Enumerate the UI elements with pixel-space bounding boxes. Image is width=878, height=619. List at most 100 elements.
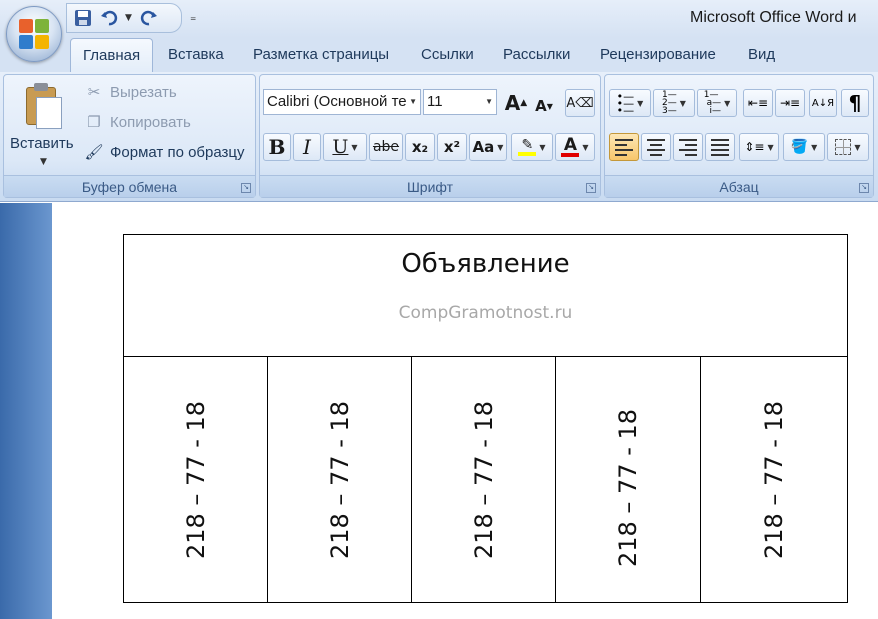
phone-tab-cell[interactable]: 218 – 77 - 18 [701, 357, 847, 602]
underline-button[interactable]: U ▼ [323, 133, 367, 161]
align-left-button[interactable] [609, 133, 639, 161]
font-group: Calibri (Основной те ▼ 11 ▼ A ▲ A ▼ A⌫ B I… [259, 74, 601, 198]
borders-button[interactable]: ▼ [827, 133, 869, 161]
phone-number: 218 – 77 - 18 [469, 400, 498, 559]
grow-font-button[interactable]: A ▲ [503, 89, 529, 117]
subscript-button[interactable]: x₂ [405, 133, 435, 161]
table-header-cell[interactable]: Объявление CompGramotnost.ru [124, 235, 847, 357]
tab-references[interactable]: Ссылки [421, 46, 474, 63]
decrease-indent-button[interactable]: ⇤≡ [743, 89, 773, 117]
copy-button[interactable]: ❐ Копировать [84, 113, 191, 132]
announcement-table[interactable]: Объявление CompGramotnost.ru 218 – 77 - … [123, 234, 848, 603]
highlighter-icon: ✎ [518, 138, 537, 156]
paste-button[interactable]: Вставить [10, 135, 74, 152]
office-button[interactable] [6, 6, 62, 62]
font-color-icon: A [561, 137, 580, 157]
italic-button[interactable]: I [293, 133, 321, 161]
phone-tab-cell[interactable]: 218 – 77 - 18 [268, 357, 412, 602]
align-center-button[interactable] [641, 133, 671, 161]
tab-review[interactable]: Рецензирование [600, 46, 716, 63]
justify-icon [711, 138, 729, 156]
clipboard-launcher-icon[interactable]: ↘ [241, 183, 251, 193]
cut-label: Вырезать [110, 83, 177, 101]
tab-home[interactable]: Главная [70, 38, 154, 73]
undo-dropdown-icon[interactable]: ▼ [125, 13, 133, 23]
phone-number: 218 – 77 - 18 [614, 408, 642, 567]
paragraph-group: •— •— •— ▼ 1— 2— 3— ▼ 1— a— i— ▼ ⇤≡ ⇥≡ А↓Я ¶ [604, 74, 874, 198]
font-size-select[interactable]: 11 ▼ [423, 89, 497, 115]
line-spacing-button[interactable]: ⇕≡ ▼ [739, 133, 779, 161]
sort-icon: А↓Я [811, 97, 835, 109]
undo-icon[interactable] [99, 8, 119, 28]
increase-indent-button[interactable]: ⇥≡ [775, 89, 805, 117]
format-painter-button[interactable]: 🖌 Формат по образцу [84, 143, 245, 162]
font-family-value: Calibri (Основной те [267, 93, 407, 110]
paint-bucket-icon: 🪣 [790, 139, 809, 155]
font-size-value: 11 [427, 93, 443, 110]
font-family-select[interactable]: Calibri (Основной те ▼ [263, 89, 421, 115]
shading-button[interactable]: 🪣 ▼ [783, 133, 825, 161]
clear-formatting-button[interactable]: A⌫ [565, 89, 595, 117]
font-launcher-icon[interactable]: ↘ [586, 183, 596, 193]
redo-icon[interactable] [139, 8, 159, 28]
phone-number: 218 – 77 - 18 [760, 400, 788, 559]
phone-tab-cell[interactable]: 218 – 77 - 18 [556, 357, 701, 602]
numbering-button[interactable]: 1— 2— 3— ▼ [653, 89, 695, 117]
show-marks-button[interactable]: ¶ [841, 89, 869, 117]
align-center-icon [647, 138, 665, 156]
bullets-icon: •— •— •— [616, 89, 635, 117]
align-right-icon [679, 138, 697, 156]
phone-tab-cell[interactable]: 218 – 77 - 18 [412, 357, 556, 602]
customize-qat-icon[interactable]: ₌ [190, 10, 196, 24]
tab-page-layout[interactable]: Разметка страницы [253, 46, 389, 63]
tab-mailings[interactable]: Рассылки [503, 46, 570, 63]
title-bar: ▼ ₌ Microsoft Office Word и [0, 0, 878, 38]
change-case-button[interactable]: Aa ▼ [469, 133, 507, 161]
chevron-down-icon: ▼ [409, 97, 417, 106]
announcement-title: Объявление [401, 249, 570, 279]
font-group-label: Шрифт [260, 175, 600, 197]
font-color-button[interactable]: A ▼ [555, 133, 595, 161]
highlight-color-button[interactable]: ✎ ▼ [511, 133, 553, 161]
decrease-indent-icon: ⇤≡ [747, 96, 769, 110]
phone-number: 218 – 77 - 18 [181, 400, 210, 559]
sort-button[interactable]: А↓Я [809, 89, 837, 117]
increase-indent-icon: ⇥≡ [779, 96, 801, 110]
clipboard-group: Вставить ▼ ✂ Вырезать ❐ Копировать 🖌 Фор… [3, 74, 256, 198]
line-spacing-icon: ⇕≡ [744, 140, 765, 154]
bullets-button[interactable]: •— •— •— ▼ [609, 89, 651, 117]
paragraph-launcher-icon[interactable]: ↘ [859, 183, 869, 193]
multilevel-list-button[interactable]: 1— a— i— ▼ [697, 89, 737, 117]
align-left-icon [615, 138, 633, 156]
scissors-icon: ✂ [87, 84, 101, 101]
borders-icon [835, 139, 852, 155]
quick-access-toolbar: ▼ [66, 3, 182, 33]
paintbrush-icon: 🖌 [84, 144, 104, 161]
eraser-icon: A⌫ [566, 95, 594, 111]
shrink-font-button[interactable]: A ▼ [532, 92, 556, 120]
superscript-button[interactable]: x² [437, 133, 467, 161]
paste-icon[interactable] [22, 81, 66, 131]
bold-button[interactable]: B [263, 133, 291, 161]
phone-tab-cell[interactable]: 218 – 77 - 18 [124, 357, 268, 602]
save-icon[interactable] [73, 8, 93, 28]
justify-button[interactable] [705, 133, 735, 161]
paragraph-group-label: Абзац [605, 175, 873, 197]
watermark-text: CompGramotnost.ru [398, 303, 573, 323]
align-right-button[interactable] [673, 133, 703, 161]
tab-insert[interactable]: Вставка [168, 46, 224, 63]
cut-button[interactable]: ✂ Вырезать [84, 83, 177, 102]
phone-number: 218 – 77 - 18 [325, 400, 354, 559]
format-painter-label: Формат по образцу [110, 143, 245, 161]
ribbon: Вставить ▼ ✂ Вырезать ❐ Копировать 🖌 Фор… [0, 72, 878, 202]
clipboard-group-label: Буфер обмена [4, 175, 255, 197]
copy-label: Копировать [110, 113, 191, 131]
paste-dropdown-icon[interactable]: ▼ [40, 157, 47, 167]
copy-icon: ❐ [87, 114, 101, 131]
numbering-icon: 1— 2— 3— [662, 90, 677, 116]
multilevel-list-icon: 1— a— i— [703, 90, 722, 116]
window-title: Microsoft Office Word и [690, 9, 857, 26]
tab-view[interactable]: Вид [748, 46, 775, 63]
strikethrough-button[interactable]: abe [369, 133, 403, 161]
ribbon-tabs: Главная Вставка Разметка страницы Ссылки… [0, 38, 878, 73]
